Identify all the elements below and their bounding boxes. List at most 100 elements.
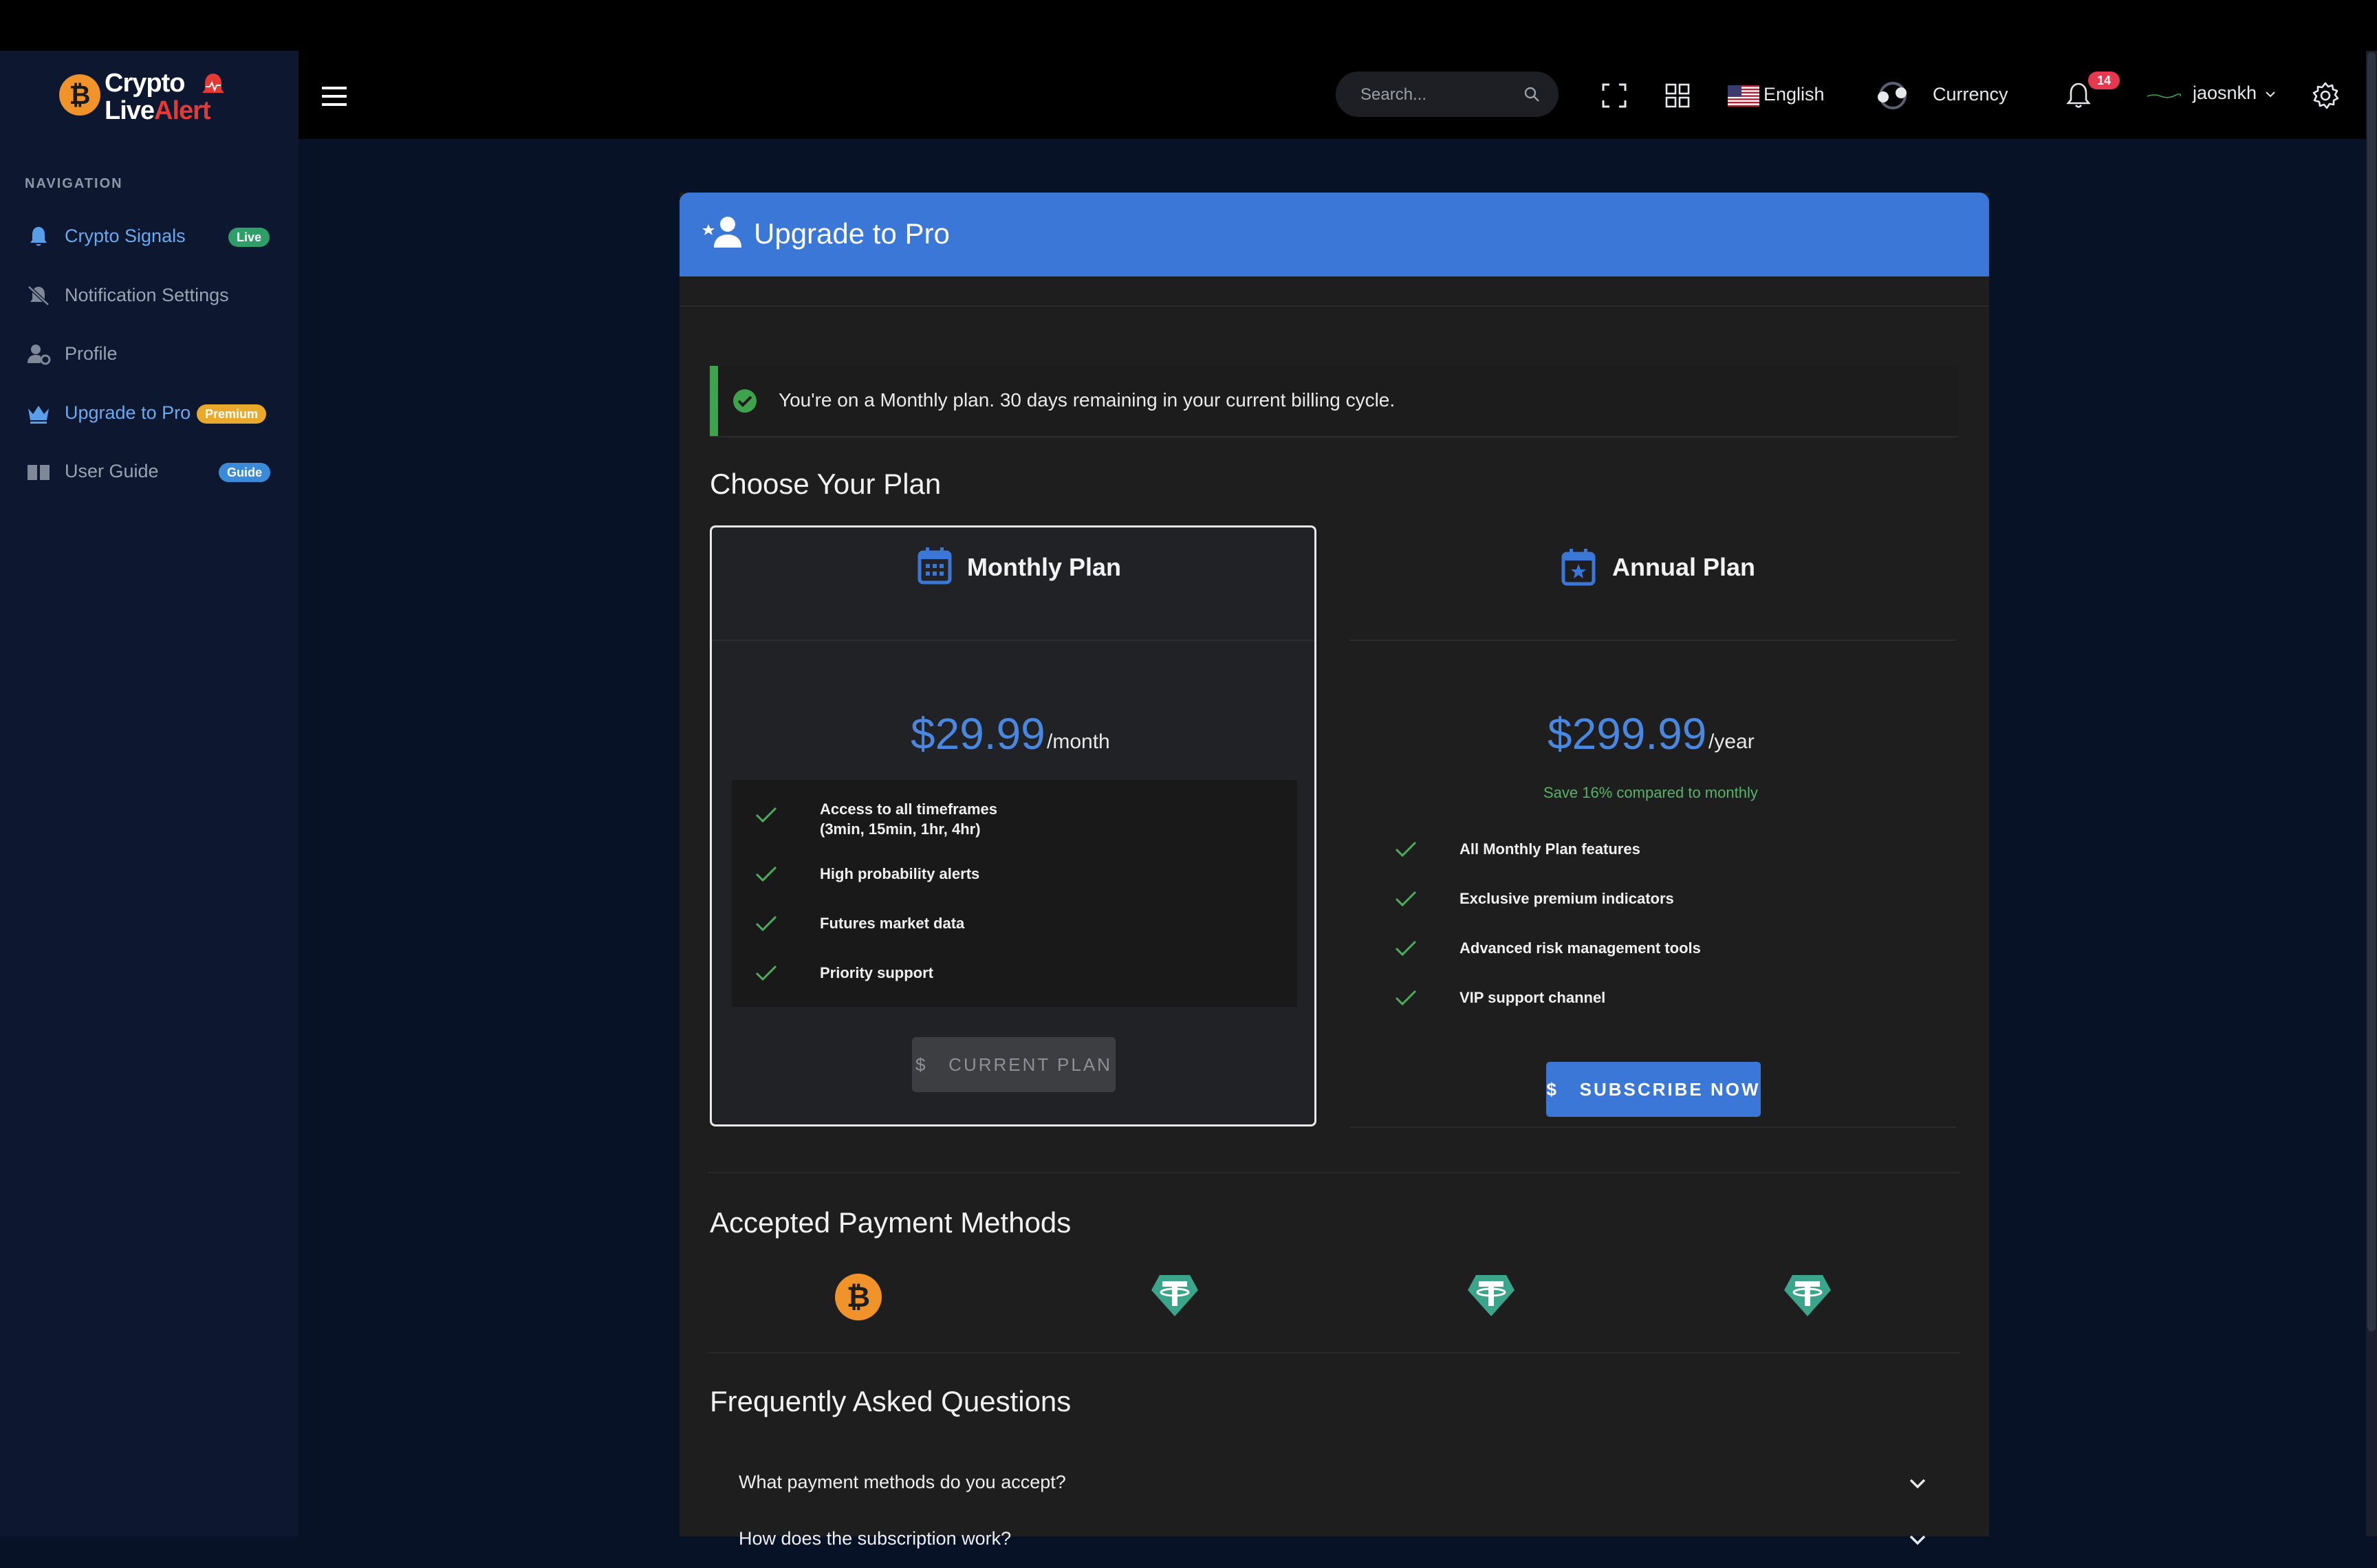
- search-bar: [1336, 72, 1559, 118]
- faq-question: What payment methods do you accept?: [739, 1472, 1066, 1492]
- fullscreen-icon[interactable]: [1601, 83, 1627, 109]
- check-icon: [1395, 990, 1417, 1006]
- feature-item: All Monthly Plan features: [1459, 840, 1640, 858]
- annual-period: /year: [1708, 730, 1755, 753]
- bitcoin-logo-icon: ₿: [59, 74, 100, 116]
- sidebar-item-label: User Guide: [65, 461, 159, 481]
- dollar-icon: $: [1546, 1079, 1580, 1100]
- brand-name-line2: LiveAlert: [105, 96, 211, 126]
- plan-header-divider: [712, 640, 1314, 641]
- scrollbar-thumb[interactable]: [2367, 52, 2376, 1331]
- top-navbar: [0, 51, 2377, 139]
- feature-item: High probability alerts: [820, 865, 980, 882]
- sidebar-item-notification-settings[interactable]: Notification Settings: [0, 268, 299, 323]
- sidebar-item-crypto-signals[interactable]: Crypto Signals Live: [0, 209, 299, 264]
- sidebar-item-label: Notification Settings: [65, 285, 229, 305]
- sidebar-item-user-guide[interactable]: User Guide Guide: [0, 444, 299, 499]
- current-plan-button[interactable]: $ CURRENT PLAN: [912, 1037, 1116, 1092]
- premium-badge: Premium: [197, 404, 267, 424]
- currency-selector[interactable]: Currency: [1933, 84, 2008, 105]
- check-icon: [1395, 891, 1417, 907]
- alert-message: You're on a Monthly plan. 30 days remain…: [779, 389, 1396, 411]
- choose-plan-title: Choose Your Plan: [710, 468, 942, 500]
- svg-text:₿: ₿: [847, 1281, 870, 1313]
- tether-icon: [1784, 1275, 1831, 1316]
- search-input[interactable]: [1359, 72, 1513, 118]
- plan-header-divider: [1349, 640, 1956, 641]
- faq-question: How does the subscription work?: [739, 1528, 1012, 1549]
- us-flag-icon[interactable]: [1728, 85, 1759, 107]
- feature-item: VIP support channel: [1459, 989, 1606, 1006]
- annual-plan-name: Annual Plan: [1612, 553, 1756, 581]
- payment-methods-title: Accepted Payment Methods: [710, 1206, 1072, 1239]
- gear-icon[interactable]: [2311, 81, 2340, 110]
- brand-name-alert: Alert: [154, 96, 211, 125]
- sidebar-item-label: Profile: [65, 343, 118, 364]
- alert-bell-logo-icon: [202, 74, 224, 93]
- check-icon: [755, 915, 777, 932]
- faq-item[interactable]: How does the subscription work?: [710, 1513, 1957, 1568]
- brand-name-line1: Crypto: [105, 69, 185, 98]
- subscribe-label: SUBSCRIBE NOW: [1579, 1079, 1761, 1100]
- brand-name-live: Live: [105, 96, 155, 125]
- feature-item: Access to all timeframes (3min, 15min, 1h…: [820, 801, 998, 838]
- sidebar-item-profile[interactable]: Profile: [0, 327, 299, 382]
- tether-icon: [1151, 1275, 1198, 1316]
- apps-grid-icon[interactable]: [1664, 83, 1691, 109]
- faq-item[interactable]: What payment methods do you accept?: [710, 1457, 1957, 1512]
- feature-item: Advanced risk management tools: [1459, 939, 1701, 957]
- dollar-icon: $: [915, 1054, 949, 1075]
- search-icon[interactable]: [1523, 85, 1541, 103]
- section-divider: [708, 1172, 1960, 1173]
- chevron-down-icon: [1909, 1479, 1926, 1489]
- check-icon: [1395, 940, 1417, 957]
- sidebar-item-label: Upgrade to Pro: [65, 402, 191, 423]
- user-menu[interactable]: jaosnkh: [2193, 83, 2257, 104]
- user-gear-icon: [28, 345, 51, 365]
- window-top-strip: [0, 0, 2377, 51]
- calendar-icon: [918, 547, 952, 585]
- bitcoin-icon: ₿: [835, 1274, 882, 1320]
- faq-title: Frequently Asked Questions: [710, 1385, 1072, 1417]
- crown-icon: [28, 406, 49, 424]
- calendar-star-icon: [1561, 549, 1596, 586]
- currency-exchange-icon[interactable]: [1874, 78, 1912, 113]
- header-divider: [680, 305, 1989, 307]
- sidebar-item-upgrade-to-pro[interactable]: Upgrade to Pro Premium: [0, 386, 299, 441]
- sidebar-item-label: Crypto Signals: [65, 226, 186, 246]
- check-circle-icon: [733, 389, 757, 413]
- monthly-price: $29.99: [911, 709, 1045, 759]
- section-divider: [708, 1352, 1960, 1353]
- notification-bell-icon[interactable]: [2065, 81, 2092, 110]
- notification-count-badge: 14: [2088, 72, 2120, 89]
- feature-item: Exclusive premium indicators: [1459, 890, 1674, 907]
- bell-slash-icon: [28, 285, 50, 306]
- user-avatar[interactable]: [2146, 92, 2182, 99]
- bell-icon: [30, 227, 47, 246]
- check-icon: [755, 965, 777, 981]
- chevron-down-icon[interactable]: [2264, 89, 2277, 99]
- annual-plan-card: [1349, 525, 1956, 1128]
- page-title: Upgrade to Pro: [754, 217, 950, 250]
- check-icon: [755, 866, 777, 882]
- svg-text:₿: ₿: [69, 81, 91, 110]
- book-open-icon: [28, 465, 50, 480]
- annual-price: $299.99: [1548, 709, 1707, 759]
- monthly-period: /month: [1047, 730, 1110, 753]
- annual-savings: Save 16% compared to monthly: [1543, 784, 1758, 801]
- monthly-feature-list: [732, 780, 1297, 1007]
- alert-accent-bar: [710, 366, 718, 436]
- feature-item: Priority support: [820, 964, 934, 981]
- monthly-plan-name: Monthly Plan: [967, 553, 1121, 581]
- menu-toggle-icon[interactable]: [318, 83, 352, 110]
- current-plan-label: CURRENT PLAN: [948, 1054, 1112, 1075]
- language-selector[interactable]: English: [1763, 84, 1825, 105]
- user-star-icon: [702, 217, 741, 248]
- feature-item: Futures market data: [820, 915, 965, 932]
- chevron-down-icon: [1909, 1535, 1926, 1545]
- subscribe-now-button[interactable]: $ SUBSCRIBE NOW: [1546, 1062, 1761, 1117]
- live-badge: Live: [228, 228, 270, 247]
- guide-badge: Guide: [219, 463, 271, 482]
- check-icon: [1395, 841, 1417, 858]
- sidebar-heading: NAVIGATION: [25, 176, 123, 191]
